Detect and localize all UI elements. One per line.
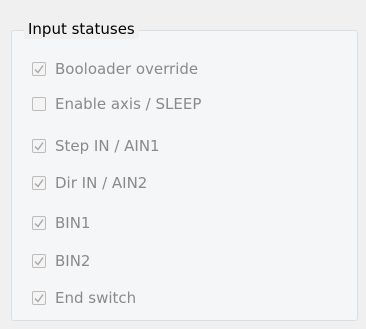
check-mark-icon xyxy=(34,142,44,151)
checkbox-end-switch[interactable]: End switch xyxy=(32,287,136,309)
check-mark-icon xyxy=(34,294,44,303)
checkbox-label: BIN1 xyxy=(55,214,91,232)
checkbox-bin1[interactable]: BIN1 xyxy=(32,212,90,234)
checkbox-bin2[interactable]: BIN2 xyxy=(32,250,90,272)
checkbox-dir-in-ain2[interactable]: Dir IN / AIN2 xyxy=(32,172,147,194)
checkbox-box[interactable] xyxy=(32,97,46,111)
checkbox-box[interactable] xyxy=(32,216,46,230)
checkbox-label: Step IN / AIN1 xyxy=(55,137,160,155)
checkbox-bootloader-override[interactable]: Booloader override xyxy=(32,58,198,80)
check-mark-icon xyxy=(34,179,44,188)
checkbox-box[interactable] xyxy=(32,139,46,153)
checkbox-step-in-ain1[interactable]: Step IN / AIN1 xyxy=(32,135,160,157)
checkbox-label: End switch xyxy=(55,289,137,307)
groupbox-title: Input statuses xyxy=(24,19,139,39)
checkbox-label: Enable axis / SLEEP xyxy=(55,95,202,113)
checkbox-box[interactable] xyxy=(32,254,46,268)
checkbox-box[interactable] xyxy=(32,62,46,76)
checkbox-enable-axis-sleep[interactable]: Enable axis / SLEEP xyxy=(32,93,201,115)
checkbox-label: BIN2 xyxy=(55,252,91,270)
checkbox-label: Dir IN / AIN2 xyxy=(55,174,148,192)
check-mark-icon xyxy=(34,65,44,74)
check-mark-icon xyxy=(34,219,44,228)
check-mark-icon xyxy=(34,257,44,266)
checkbox-label: Booloader override xyxy=(55,60,199,78)
checkbox-box[interactable] xyxy=(32,176,46,190)
checkbox-box[interactable] xyxy=(32,291,46,305)
